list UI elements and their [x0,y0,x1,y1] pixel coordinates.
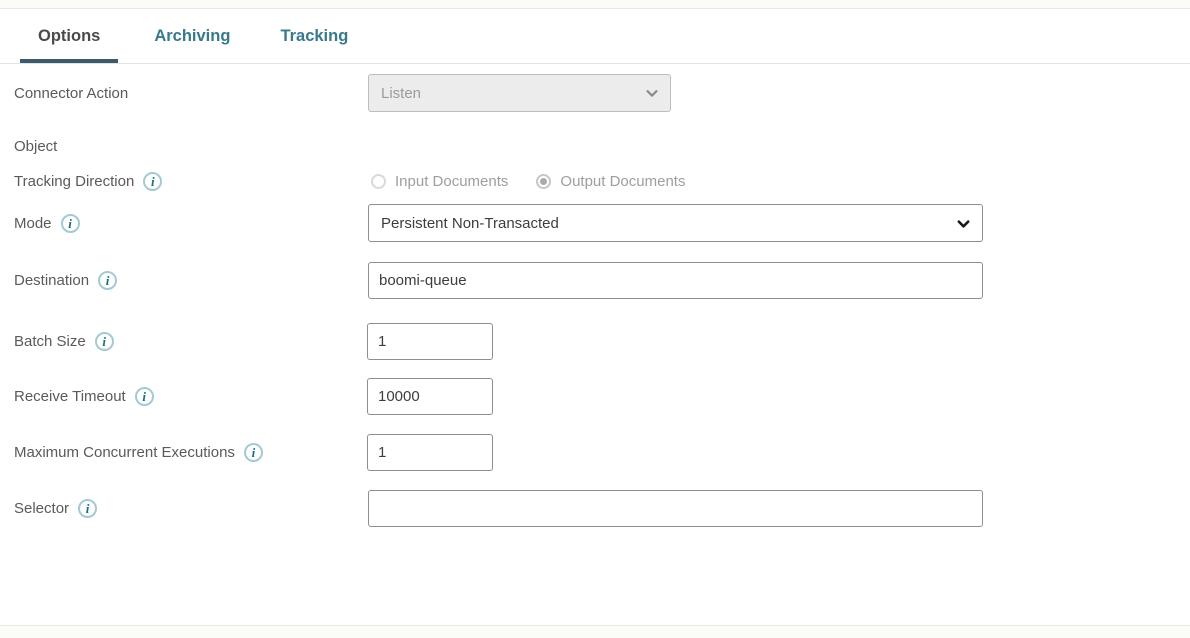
tab-bar: Options Archiving Tracking [0,9,1190,64]
radio-output-documents-label: Output Documents [560,173,685,190]
selector-label: Selector i [14,499,97,518]
connector-action-label: Connector Action [14,85,128,102]
bottom-divider [0,625,1190,638]
maximum-concurrent-executions-label: Maximum Concurrent Executions i [14,443,263,462]
radio-input-documents[interactable]: Input Documents [371,173,508,190]
info-icon[interactable]: i [95,332,114,351]
selector-label-text: Selector [14,500,69,517]
info-icon-glyph: i [102,335,106,348]
form-row-mode: Mode i Persistent Non-Transacted [0,204,1190,242]
tracking-direction-label: Tracking Direction i [14,172,162,191]
radio-output-documents[interactable]: Output Documents [536,173,685,190]
info-icon-glyph: i [142,390,146,403]
maximum-concurrent-executions-input[interactable] [367,434,493,471]
form-row-destination: Destination i [0,261,1190,299]
object-label: Object [14,138,57,155]
info-icon-glyph: i [151,175,155,188]
info-icon[interactable]: i [61,214,80,233]
form-row-tracking-direction: Tracking Direction i Input Documents Out… [0,162,1190,200]
connector-action-select[interactable]: Listen [368,74,671,112]
form-row-selector: Selector i [0,489,1190,527]
chevron-down-icon [956,216,971,231]
tab-tracking[interactable]: Tracking [262,9,366,63]
mode-label-text: Mode [14,215,52,232]
batch-size-label: Batch Size i [14,332,114,351]
form-row-connector-action: Connector Action Listen [0,74,1190,112]
chevron-down-icon [645,86,659,100]
info-icon[interactable]: i [98,271,117,290]
form-row-receive-timeout: Receive Timeout i [0,377,1190,415]
batch-size-input[interactable] [367,323,493,360]
destination-input[interactable] [368,262,983,299]
info-icon[interactable]: i [244,443,263,462]
info-icon-glyph: i [86,502,90,515]
top-divider [0,0,1190,9]
receive-timeout-input[interactable] [367,378,493,415]
radio-input-documents-label: Input Documents [395,173,508,190]
mode-select-value: Persistent Non-Transacted [381,215,559,232]
destination-label: Destination i [14,271,117,290]
radio-checked-icon [536,174,551,189]
info-icon-glyph: i [252,446,256,459]
form-row-object: Object [0,131,1190,161]
connector-action-label-text: Connector Action [14,85,128,102]
info-icon[interactable]: i [78,499,97,518]
mode-label: Mode i [14,214,80,233]
info-icon-glyph: i [106,274,110,287]
form-row-batch-size: Batch Size i [0,322,1190,360]
mode-select[interactable]: Persistent Non-Transacted [368,204,983,242]
connector-action-select-value: Listen [381,85,421,102]
receive-timeout-label: Receive Timeout i [14,387,154,406]
info-icon[interactable]: i [143,172,162,191]
radio-unchecked-icon [371,174,386,189]
form-row-maximum-concurrent-executions: Maximum Concurrent Executions i [0,433,1190,471]
receive-timeout-label-text: Receive Timeout [14,388,126,405]
maximum-concurrent-executions-label-text: Maximum Concurrent Executions [14,444,235,461]
tab-options[interactable]: Options [20,9,118,63]
info-icon-glyph: i [68,217,72,230]
tracking-direction-radio-group: Input Documents Output Documents [371,173,685,190]
tracking-direction-label-text: Tracking Direction [14,173,134,190]
destination-label-text: Destination [14,272,89,289]
info-icon[interactable]: i [135,387,154,406]
tab-archiving[interactable]: Archiving [136,9,248,63]
connector-options-panel: Options Archiving Tracking Connector Act… [0,0,1190,638]
selector-input[interactable] [368,490,983,527]
batch-size-label-text: Batch Size [14,333,86,350]
